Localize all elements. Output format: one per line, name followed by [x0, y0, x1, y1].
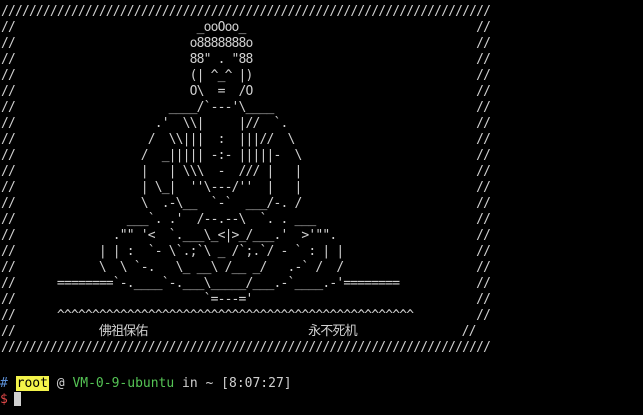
- prompt-dollar: $: [0, 392, 8, 407]
- terminal-window[interactable]: ////////////////////////////////////////…: [0, 0, 643, 415]
- prompt-user: root: [15, 376, 49, 391]
- ascii-buddha-banner: ////////////////////////////////////////…: [1, 4, 491, 355]
- command-input-line[interactable]: $: [0, 392, 21, 408]
- prompt-host: VM-0-9-ubuntu: [72, 376, 175, 391]
- prompt-hash: #: [0, 376, 8, 391]
- prompt-in-label: in: [182, 376, 198, 391]
- prompt-dir: ~: [205, 376, 214, 391]
- prompt-time: [8:07:27]: [221, 376, 292, 391]
- terminal-cursor[interactable]: [13, 392, 21, 406]
- shell-prompt-line: # root @ VM-0-9-ubuntu in ~ [8:07:27]: [0, 376, 292, 392]
- prompt-at: @: [56, 376, 65, 391]
